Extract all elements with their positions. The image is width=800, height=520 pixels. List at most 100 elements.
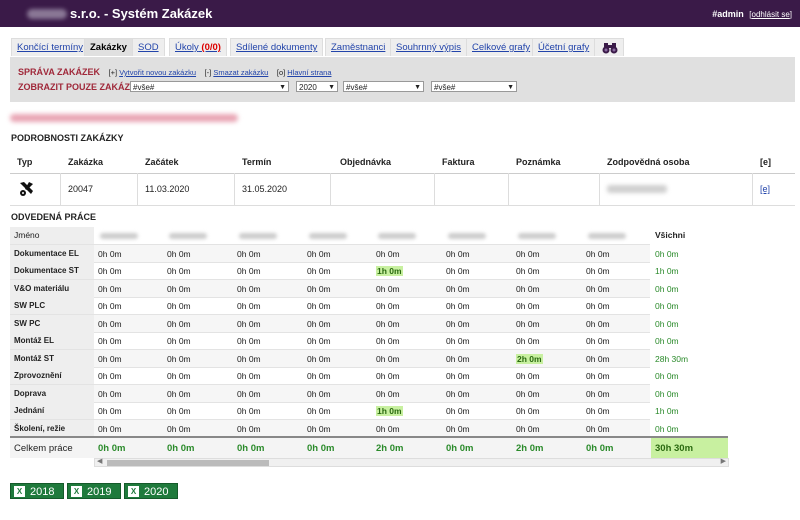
excel-icon: X [71,486,82,497]
scrollbar-thumb[interactable] [107,460,269,466]
hours-cell: 0h 0m [516,301,540,311]
new-order-link[interactable]: Vytvořit novou zakázku [119,68,196,77]
activity-name: SW PLC [14,301,46,310]
hours-cell: 0h 0m [237,266,261,276]
hours-cell: 0h 0m [446,353,470,364]
chevron-down-icon: ▼ [328,84,335,91]
year-select[interactable]: 2020 ▼ [296,81,338,92]
hours-cell: 0h 0m [167,318,191,329]
tab-sod[interactable]: SOD [132,38,165,56]
hours-cell: 0h 0m [446,283,470,294]
export-excel-2019-button[interactable]: X 2019 [67,483,121,499]
edit-link[interactable]: [e] [760,184,770,194]
hours-cell: 0h 0m [446,301,470,311]
chevron-down-icon: ▼ [507,84,514,91]
tab-zamestnanci[interactable]: Zaměstnanci [325,38,392,56]
table-row: Zprovoznění 0h 0m 0h 0m 0h 0m 0h 0m 0h 0m 0h 0… [10,367,679,385]
hours-cell: 0h 0m [446,371,470,381]
hours-cell: 0h 0m [586,353,610,364]
scroll-left-icon[interactable]: ◀ [97,457,102,465]
filter-select-2[interactable]: #vše# ▼ [343,81,424,92]
col-faktura: Faktura [442,157,475,167]
tab-konci-terminy[interactable]: Končící termíny [11,38,89,56]
details-header-row: Typ Zakázka Začátek Termín Objednávka Fa… [10,152,795,174]
total-cell: 2h 0m [516,443,544,454]
hours-cell: 0h 0m [376,301,400,311]
all-hours-cell: 0h 0m [655,423,679,434]
activity-name: Dokumentace EL [14,248,79,258]
grid-header-row: Jméno Všichni [10,227,685,245]
employee-name-redacted [588,233,626,239]
all-hours-cell: 0h 0m [655,318,679,329]
name-header: Jméno [14,230,40,240]
all-hours-cell: 28h 30m [655,353,689,364]
all-hours-cell: 0h 0m [655,336,679,346]
all-hours-cell: 0h 0m [655,283,679,294]
table-row: Montáž ST 0h 0m 0h 0m 0h 0m 0h 0m 0h 0m 0h 0m 2… [10,349,688,368]
user-area: #admin [odhlásit se] [712,9,792,19]
management-panel: SPRÁVA ZAKÁZEK [+] Vytvořit novou zakázk… [10,57,795,102]
home-link[interactable]: Hlavní strana [287,68,331,77]
export-excel-2020-button[interactable]: X 2020 [124,483,178,499]
employee-name-redacted [309,233,347,239]
total-cell: 0h 0m [167,443,195,454]
hours-cell: 0h 0m [586,318,610,329]
hours-cell: 0h 0m [237,283,261,294]
export-excel-2018-button[interactable]: X 2018 [10,483,64,499]
hours-cell: 0h 0m [376,371,400,381]
panel-heading: SPRÁVA ZAKÁZEK [18,67,101,77]
company-name-redacted [27,9,67,19]
hours-cell: 0h 0m [446,336,470,346]
tab-zakazky[interactable]: Zakázky [84,38,133,56]
all-hours-cell: 1h 0m [655,406,679,416]
table-row: V&O materiálu 0h 0m 0h 0m 0h 0m 0h 0m 0h 0m 0h… [10,279,679,298]
employee-name-redacted [169,233,207,239]
tab-search[interactable] [594,38,624,56]
hours-cell: 0h 0m [516,266,540,276]
hours-cell: 0h 0m [307,283,331,294]
activity-name: Dokumentace ST [14,266,79,275]
excel-icon: X [14,486,25,497]
hours-cell: 0h 0m [307,388,331,399]
horizontal-scrollbar[interactable]: ◀ ▶ [94,458,729,467]
tools-icon [20,182,33,196]
hours-cell: 0h 0m [376,283,400,294]
tab-souhrnny-vypis[interactable]: Souhrnný výpis [390,38,467,56]
tab-celkove-grafy[interactable]: Celkové grafy [466,38,537,56]
table-row: Jednání 0h 0m 0h 0m 0h 0m 0h 0m 1h 0m 0h 0m 0h … [10,402,679,420]
hours-cell: 0h 0m [307,406,331,416]
activity-name: Montáž EL [14,336,54,345]
hours-cell: 0h 0m [98,301,122,311]
hours-cell: 0h 0m [167,283,191,294]
chevron-down-icon: ▼ [414,84,421,91]
activity-name: Montáž ST [14,353,54,363]
tab-ucetni-grafy[interactable]: Účetní grafy [532,38,596,56]
employee-name-redacted [448,233,486,239]
delete-order-link[interactable]: Smazat zakázku [213,68,268,77]
hours-cell: 0h 0m [307,318,331,329]
table-row: SW PLC 0h 0m 0h 0m 0h 0m 0h 0m 0h 0m 0h 0m 0h 0… [10,297,679,315]
tab-sdilene-dokumenty[interactable]: Sdílené dokumenty [230,38,324,56]
hours-cell: 0h 0m [167,406,191,416]
hours-cell: 0h 0m [237,353,261,364]
hours-cell: 0h 0m [98,336,122,346]
hours-cell: 0h 0m [376,318,400,329]
scroll-right-icon[interactable]: ▶ [721,457,726,465]
table-row: SW PC 0h 0m 0h 0m 0h 0m 0h 0m 0h 0m 0h 0m 0h 0m… [10,314,679,333]
all-hours-cell: 0h 0m [655,371,679,381]
filter-select-1[interactable]: #vše# ▼ [130,81,289,92]
hours-cell: 0h 0m [237,423,261,434]
tab-ukoly[interactable]: Úkoly (0/0) [169,38,227,56]
hours-cell: 0h 0m [516,423,540,434]
filter-select-3[interactable]: #vše# ▼ [431,81,517,92]
logout-link[interactable]: [odhlásit se] [749,10,792,19]
order-name-redacted [10,114,238,122]
hours-cell: 0h 0m [98,318,122,329]
responsible-person-redacted [607,185,667,193]
activity-name: Doprava [14,388,47,398]
username: #admin [712,9,744,19]
excel-icon: X [128,486,139,497]
hours-cell: 0h 0m [167,336,191,346]
hours-cell: 0h 0m [98,266,122,276]
hours-cell: 0h 0m [516,336,540,346]
